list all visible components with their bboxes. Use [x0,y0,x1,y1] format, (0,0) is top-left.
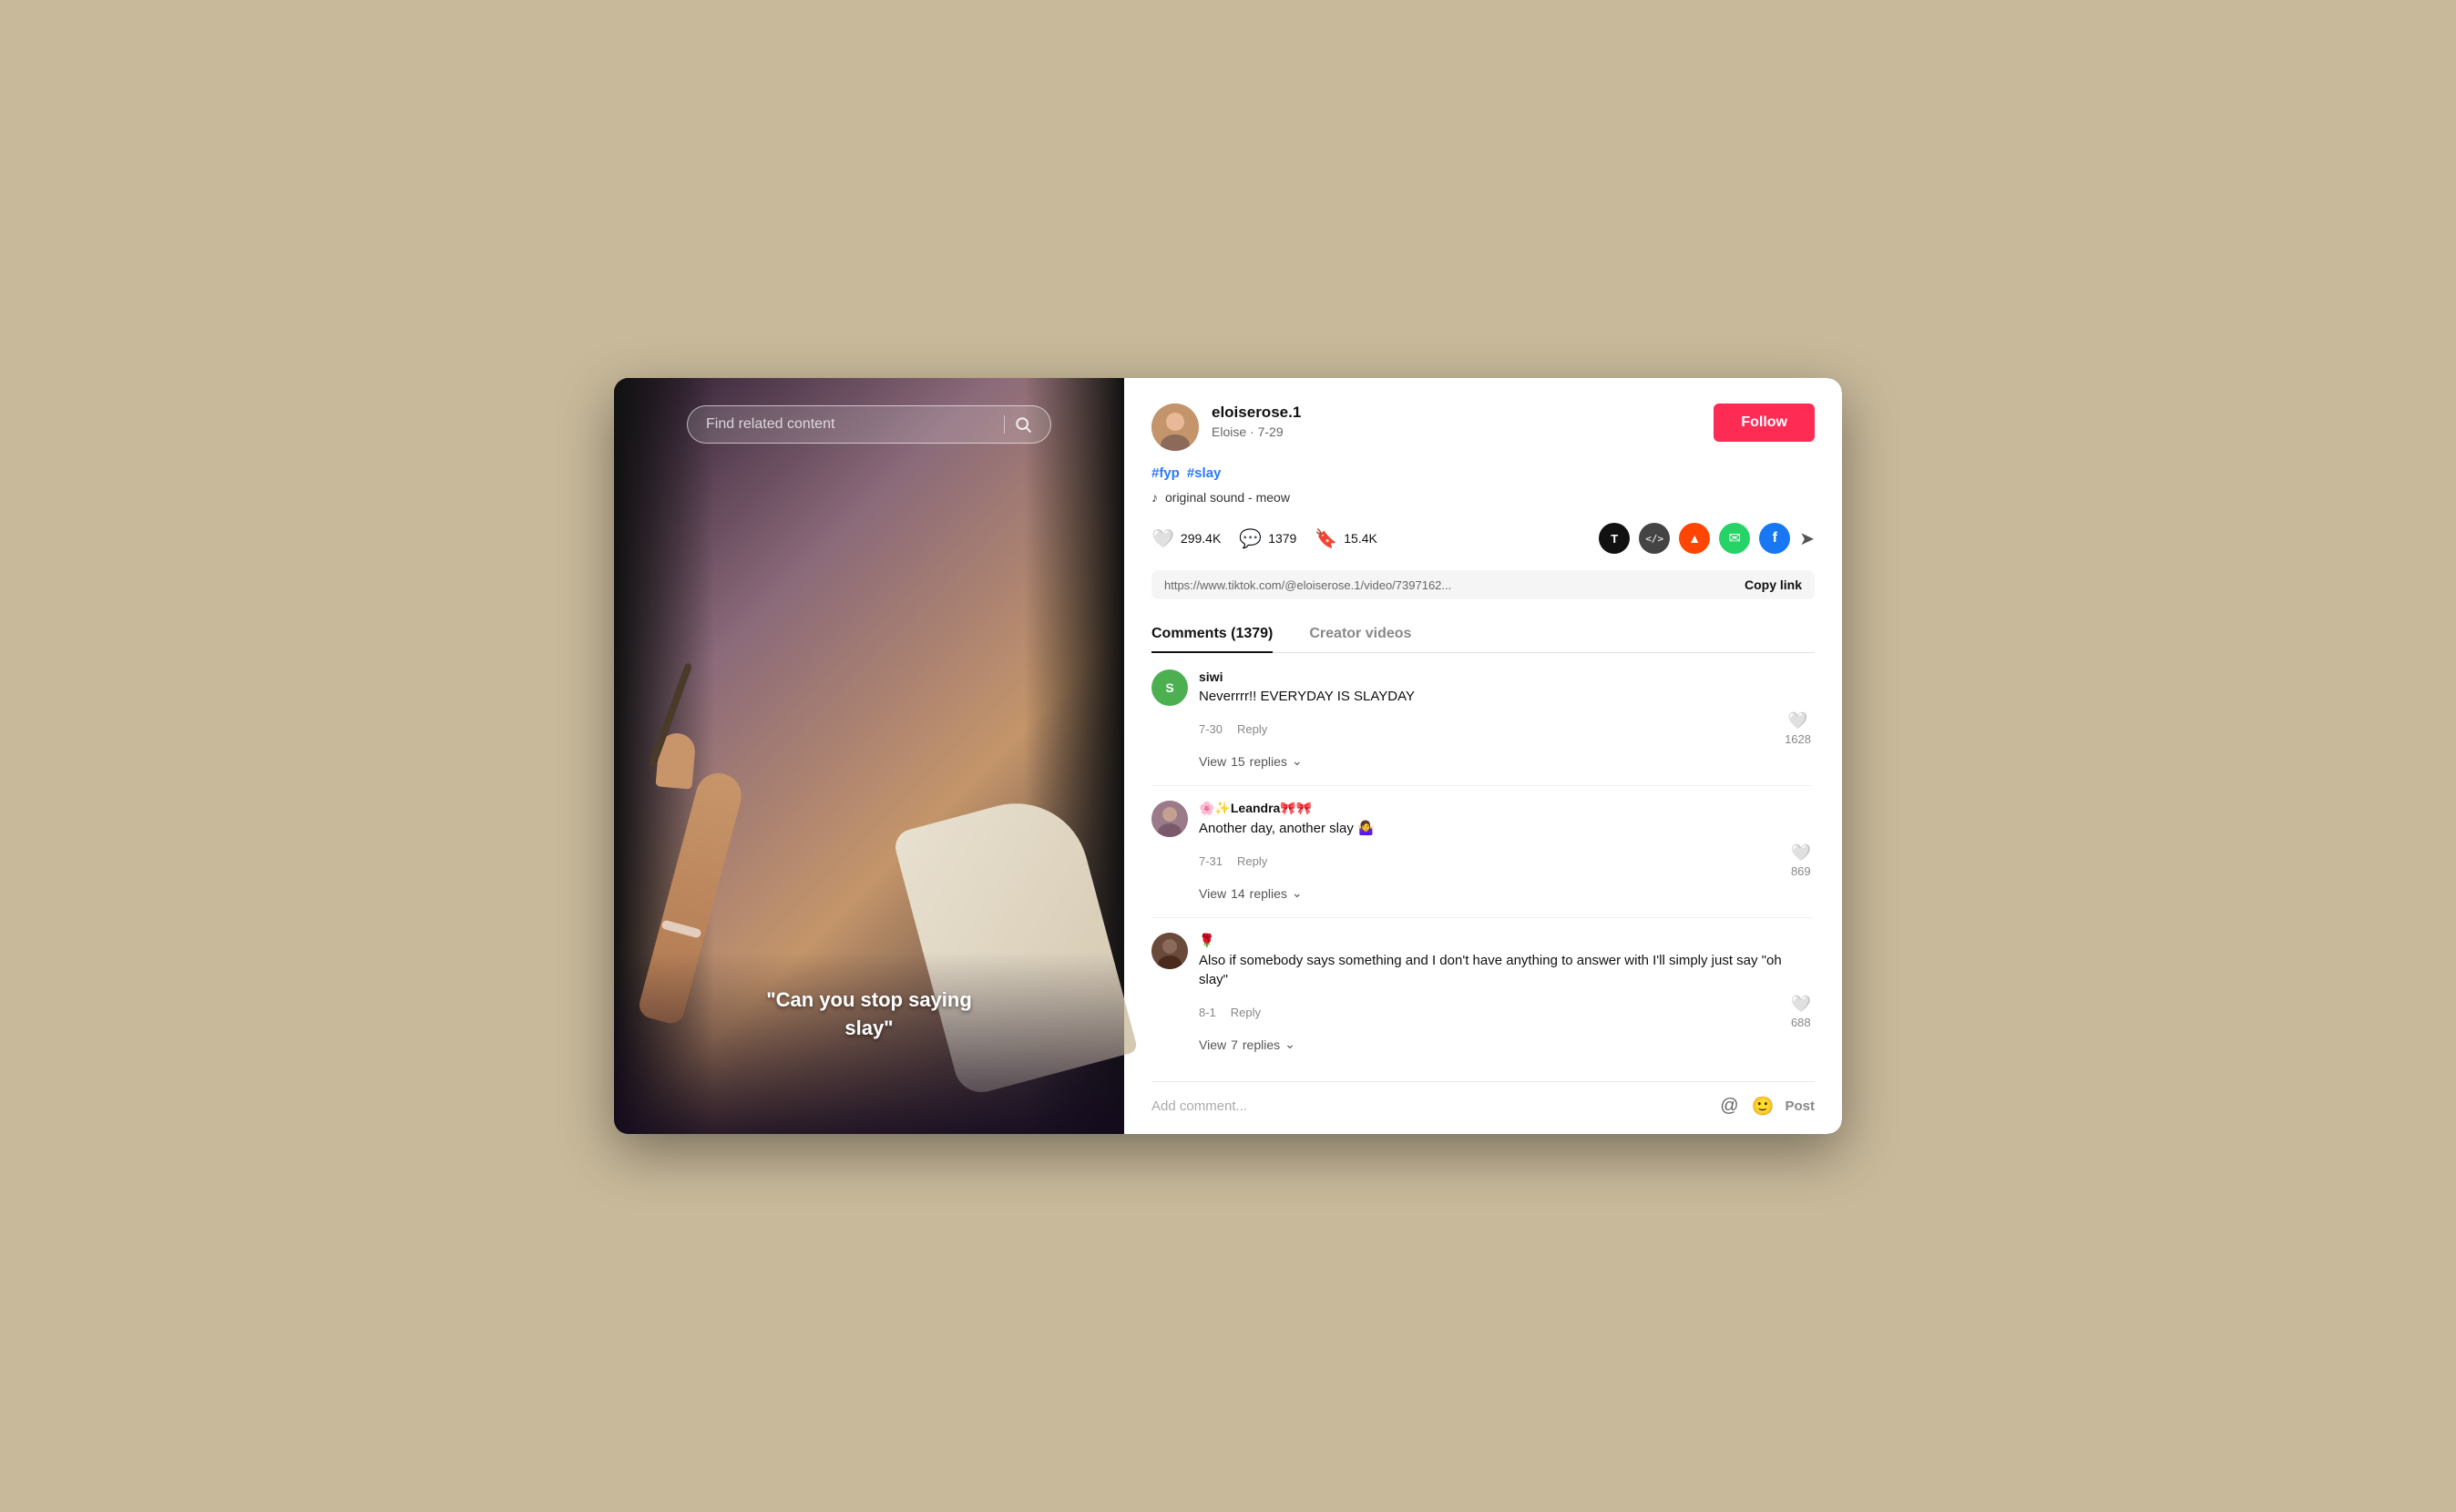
tabs-row: Comments (1379) Creator videos [1151,616,1815,653]
tags-row: #fyp #slay [1151,465,1815,481]
tab-creator-videos[interactable]: Creator videos [1309,617,1411,653]
avatar [1151,404,1199,451]
comment-item: 🌹 Also if somebody says something and I … [1151,933,1811,1052]
heart-icon: 🤍 [1791,995,1811,1014]
comment-icon: 💬 [1239,527,1262,550]
comments-stat[interactable]: 💬 1379 [1239,527,1296,550]
embed-share-button[interactable]: </> [1639,523,1670,554]
search-bar [687,405,1051,444]
post-button[interactable]: Post [1785,1098,1815,1114]
comment-action-icons: @ 🙂 [1720,1095,1774,1118]
comment-username-3: 🌹 [1199,933,1811,948]
comment-avatar-3 [1151,933,1188,969]
profile-header: eloiserose.1 Eloise · 7-29 Follow [1151,404,1815,451]
whatsapp-share-button[interactable]: ✉ [1719,523,1750,554]
comment-avatar-1: S [1151,669,1188,706]
music-icon: ♪ [1151,490,1158,505]
bookmark-icon: 🔖 [1315,527,1337,550]
view-replies-1[interactable]: View 15 replies ⌄ [1199,753,1811,769]
comment-meta-2: 7-31 Reply 🤍 869 [1199,843,1811,878]
comment-date-2: 7-31 [1199,854,1223,868]
profile-sub: Eloise · 7-29 [1212,424,1714,439]
comments-list: S siwi Neverrrr!! EVERYDAY IS SLAYDAY 7-… [1151,669,1815,1081]
copy-link-button[interactable]: Copy link [1745,577,1802,592]
url-row: https://www.tiktok.com/@eloiserose.1/vid… [1151,570,1815,599]
video-panel: "Can you stop saying slay" [614,378,1124,1134]
comment-item: S siwi Neverrrr!! EVERYDAY IS SLAYDAY 7-… [1151,669,1811,769]
comment-like-3[interactable]: 🤍 688 [1791,995,1811,1029]
likes-count: 299.4K [1181,531,1221,546]
emoji-icon[interactable]: 🙂 [1752,1095,1775,1118]
comment-text-2: Another day, another slay 🤷‍♀️ [1199,819,1811,838]
view-replies-3[interactable]: View 7 replies ⌄ [1199,1037,1811,1052]
heart-icon: 🤍 [1787,711,1807,730]
search-button[interactable] [1014,415,1032,434]
comment-reply-3[interactable]: Reply [1231,1006,1261,1019]
tiktok-share-button[interactable]: T [1599,523,1630,554]
comment-item: 🌸✨Leandra🎀🎀 Another day, another slay 🤷‍… [1151,801,1811,901]
comment-reply-2[interactable]: Reply [1237,854,1267,868]
comment-date-1: 7-30 [1199,722,1223,736]
comments-count: 1379 [1268,531,1296,546]
add-comment-input[interactable] [1151,1098,1709,1114]
comment-avatar-2 [1151,801,1188,837]
comment-body-3: 🌹 Also if somebody says something and I … [1199,933,1811,1052]
mention-icon[interactable]: @ [1720,1096,1738,1117]
url-text: https://www.tiktok.com/@eloiserose.1/vid… [1164,578,1735,592]
saves-stat[interactable]: 🔖 15.4K [1315,527,1377,550]
tag-fyp[interactable]: #fyp [1151,465,1180,481]
comment-meta-1: 7-30 Reply 🤍 1628 [1199,711,1811,746]
profile-username: eloiserose.1 [1212,404,1714,422]
heart-icon: 🤍 [1791,843,1811,863]
reddit-share-button[interactable]: ▲ [1679,523,1710,554]
comment-reply-1[interactable]: Reply [1237,722,1267,736]
search-bar-container [687,405,1051,444]
sound-row: ♪ original sound - meow [1151,490,1815,505]
add-comment-bar: @ 🙂 Post [1151,1081,1815,1134]
facebook-share-button[interactable]: f [1759,523,1790,554]
saves-count: 15.4K [1344,531,1377,546]
tab-comments[interactable]: Comments (1379) [1151,617,1273,653]
right-panel: eloiserose.1 Eloise · 7-29 Follow #fyp #… [1124,378,1842,1134]
comment-date-3: 8-1 [1199,1006,1216,1019]
comment-username-2: 🌸✨Leandra🎀🎀 [1199,801,1811,816]
view-replies-2[interactable]: View 14 replies ⌄ [1199,885,1811,901]
heart-icon: 🤍 [1151,527,1174,550]
search-input[interactable] [706,416,995,433]
comment-text-3: Also if somebody says something and I do… [1199,951,1811,989]
divider-1 [1151,785,1811,786]
profile-info: eloiserose.1 Eloise · 7-29 [1212,404,1714,439]
divider-2 [1151,917,1811,918]
comment-like-2[interactable]: 🤍 869 [1791,843,1811,878]
stats-row: 🤍 299.4K 💬 1379 🔖 15.4K T </> ▲ ✉ f ➤ [1151,523,1815,554]
more-share-button[interactable]: ➤ [1799,527,1815,550]
comment-text-1: Neverrrr!! EVERYDAY IS SLAYDAY [1199,687,1811,706]
comment-body-1: siwi Neverrrr!! EVERYDAY IS SLAYDAY 7-30… [1199,669,1811,769]
follow-button[interactable]: Follow [1714,404,1815,442]
search-divider [1004,415,1005,434]
comment-meta-3: 8-1 Reply 🤍 688 [1199,995,1811,1029]
comment-body-2: 🌸✨Leandra🎀🎀 Another day, another slay 🤷‍… [1199,801,1811,901]
tag-slay[interactable]: #slay [1187,465,1222,481]
video-caption: "Can you stop saying slay" [766,986,972,1043]
sound-text: original sound - meow [1165,490,1290,505]
video-bottom-overlay [614,952,1124,1134]
comment-like-1[interactable]: 🤍 1628 [1785,711,1811,746]
app-container: "Can you stop saying slay" eloiserose.1 … [614,378,1842,1134]
share-icons: T </> ▲ ✉ f ➤ [1599,523,1815,554]
comment-username-1: siwi [1199,669,1811,684]
likes-stat[interactable]: 🤍 299.4K [1151,527,1221,550]
